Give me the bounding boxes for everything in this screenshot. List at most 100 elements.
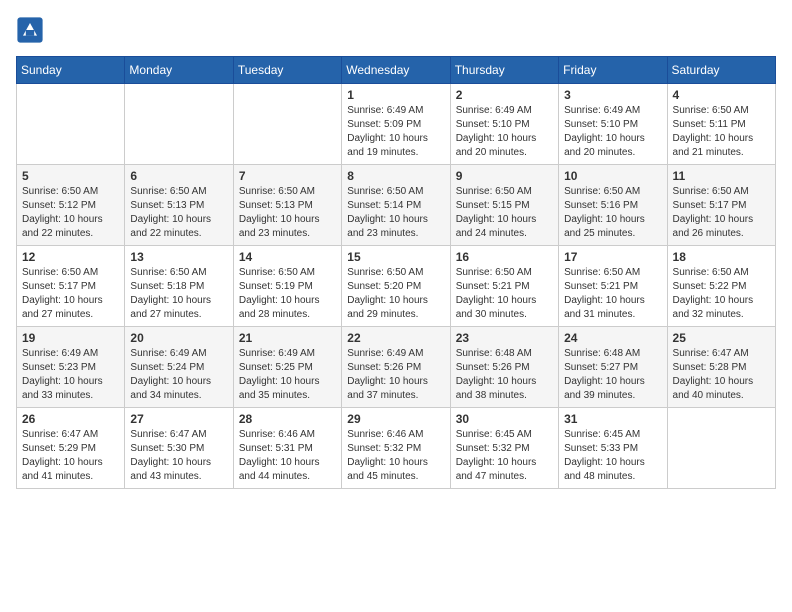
- calendar-cell: 10 Sunrise: 6:50 AM Sunset: 5:16 PM Dayli…: [559, 165, 667, 246]
- day-number: 23: [456, 331, 553, 345]
- day-info: Sunrise: 6:50 AM Sunset: 5:14 PM Dayligh…: [347, 185, 444, 241]
- day-number: 18: [673, 250, 770, 264]
- day-number: 15: [347, 250, 444, 264]
- calendar-week-row: 1 Sunrise: 6:49 AM Sunset: 5:09 PM Daylig…: [17, 84, 776, 165]
- calendar-cell: 26 Sunrise: 6:47 AM Sunset: 5:29 PM Dayli…: [17, 408, 125, 489]
- day-number: 31: [564, 412, 661, 426]
- calendar-cell: 16 Sunrise: 6:50 AM Sunset: 5:21 PM Dayli…: [450, 246, 558, 327]
- day-info: Sunrise: 6:49 AM Sunset: 5:10 PM Dayligh…: [564, 104, 661, 160]
- day-info: Sunrise: 6:49 AM Sunset: 5:24 PM Dayligh…: [130, 347, 227, 403]
- calendar-cell: 23Sunrise: 6:48 AM Sunset: 5:26 PM Dayli…: [450, 327, 558, 408]
- header-day: Wednesday: [342, 57, 450, 84]
- day-info: Sunrise: 6:50 AM Sunset: 5:19 PM Dayligh…: [239, 266, 336, 322]
- calendar-cell: 2 Sunrise: 6:49 AM Sunset: 5:10 PM Daylig…: [450, 84, 558, 165]
- calendar-week-row: 26 Sunrise: 6:47 AM Sunset: 5:29 PM Dayli…: [17, 408, 776, 489]
- calendar-cell: 24 Sunrise: 6:48 AM Sunset: 5:27 PM Dayli…: [559, 327, 667, 408]
- calendar-table: SundayMondayTuesdayWednesdayThursdayFrid…: [16, 56, 776, 489]
- calendar-cell: 19 Sunrise: 6:49 AM Sunset: 5:23 PM Dayli…: [17, 327, 125, 408]
- day-info: Sunrise: 6:47 AM Sunset: 5:29 PM Dayligh…: [22, 428, 119, 484]
- calendar-cell: [125, 84, 233, 165]
- calendar-cell: 11 Sunrise: 6:50 AM Sunset: 5:17 PM Dayli…: [667, 165, 775, 246]
- day-info: Sunrise: 6:50 AM Sunset: 5:11 PM Dayligh…: [673, 104, 770, 160]
- day-number: 26: [22, 412, 119, 426]
- calendar-cell: 13 Sunrise: 6:50 AM Sunset: 5:18 PM Dayli…: [125, 246, 233, 327]
- day-info: Sunrise: 6:48 AM Sunset: 5:27 PM Dayligh…: [564, 347, 661, 403]
- calendar-cell: 27Sunrise: 6:47 AM Sunset: 5:30 PM Dayli…: [125, 408, 233, 489]
- day-info: Sunrise: 6:45 AM Sunset: 5:33 PM Dayligh…: [564, 428, 661, 484]
- day-info: Sunrise: 6:46 AM Sunset: 5:32 PM Dayligh…: [347, 428, 444, 484]
- calendar-cell: 31 Sunrise: 6:45 AM Sunset: 5:33 PM Dayli…: [559, 408, 667, 489]
- calendar-cell: 21 Sunrise: 6:49 AM Sunset: 5:25 PM Dayli…: [233, 327, 341, 408]
- day-number: 10: [564, 169, 661, 183]
- calendar-cell: 8 Sunrise: 6:50 AM Sunset: 5:14 PM Daylig…: [342, 165, 450, 246]
- day-info: Sunrise: 6:46 AM Sunset: 5:31 PM Dayligh…: [239, 428, 336, 484]
- calendar-cell: 6Sunrise: 6:50 AM Sunset: 5:13 PM Daylig…: [125, 165, 233, 246]
- day-number: 5: [22, 169, 119, 183]
- logo: [16, 16, 46, 44]
- page-header: [16, 16, 776, 44]
- day-info: Sunrise: 6:50 AM Sunset: 5:21 PM Dayligh…: [456, 266, 553, 322]
- day-info: Sunrise: 6:49 AM Sunset: 5:25 PM Dayligh…: [239, 347, 336, 403]
- calendar-cell: 3 Sunrise: 6:49 AM Sunset: 5:10 PM Daylig…: [559, 84, 667, 165]
- calendar-cell: 17 Sunrise: 6:50 AM Sunset: 5:21 PM Dayli…: [559, 246, 667, 327]
- day-number: 8: [347, 169, 444, 183]
- day-info: Sunrise: 6:49 AM Sunset: 5:10 PM Dayligh…: [456, 104, 553, 160]
- day-info: Sunrise: 6:50 AM Sunset: 5:22 PM Dayligh…: [673, 266, 770, 322]
- day-number: 28: [239, 412, 336, 426]
- day-number: 25: [673, 331, 770, 345]
- day-number: 4: [673, 88, 770, 102]
- calendar-body: 1 Sunrise: 6:49 AM Sunset: 5:09 PM Daylig…: [17, 84, 776, 489]
- day-info: Sunrise: 6:50 AM Sunset: 5:12 PM Dayligh…: [22, 185, 119, 241]
- day-number: 19: [22, 331, 119, 345]
- day-number: 16: [456, 250, 553, 264]
- day-info: Sunrise: 6:50 AM Sunset: 5:13 PM Dayligh…: [239, 185, 336, 241]
- calendar-cell: [17, 84, 125, 165]
- day-info: Sunrise: 6:49 AM Sunset: 5:26 PM Dayligh…: [347, 347, 444, 403]
- day-number: 1: [347, 88, 444, 102]
- day-info: Sunrise: 6:50 AM Sunset: 5:21 PM Dayligh…: [564, 266, 661, 322]
- header-row: SundayMondayTuesdayWednesdayThursdayFrid…: [17, 57, 776, 84]
- day-number: 2: [456, 88, 553, 102]
- day-info: Sunrise: 6:45 AM Sunset: 5:32 PM Dayligh…: [456, 428, 553, 484]
- calendar-cell: 12 Sunrise: 6:50 AM Sunset: 5:17 PM Dayli…: [17, 246, 125, 327]
- day-number: 17: [564, 250, 661, 264]
- calendar-cell: [667, 408, 775, 489]
- calendar-cell: 15Sunrise: 6:50 AM Sunset: 5:20 PM Dayli…: [342, 246, 450, 327]
- calendar-cell: 29 Sunrise: 6:46 AM Sunset: 5:32 PM Dayli…: [342, 408, 450, 489]
- calendar-cell: 5 Sunrise: 6:50 AM Sunset: 5:12 PM Daylig…: [17, 165, 125, 246]
- calendar-cell: [233, 84, 341, 165]
- day-info: Sunrise: 6:50 AM Sunset: 5:15 PM Dayligh…: [456, 185, 553, 241]
- day-info: Sunrise: 6:50 AM Sunset: 5:17 PM Dayligh…: [673, 185, 770, 241]
- calendar-header: SundayMondayTuesdayWednesdayThursdayFrid…: [17, 57, 776, 84]
- calendar-cell: 18 Sunrise: 6:50 AM Sunset: 5:22 PM Dayli…: [667, 246, 775, 327]
- day-number: 11: [673, 169, 770, 183]
- calendar-cell: 14 Sunrise: 6:50 AM Sunset: 5:19 PM Dayli…: [233, 246, 341, 327]
- header-day: Friday: [559, 57, 667, 84]
- day-number: 24: [564, 331, 661, 345]
- day-number: 12: [22, 250, 119, 264]
- day-info: Sunrise: 6:50 AM Sunset: 5:18 PM Dayligh…: [130, 266, 227, 322]
- header-day: Monday: [125, 57, 233, 84]
- day-info: Sunrise: 6:47 AM Sunset: 5:28 PM Dayligh…: [673, 347, 770, 403]
- calendar-cell: 30Sunrise: 6:45 AM Sunset: 5:32 PM Dayli…: [450, 408, 558, 489]
- header-day: Thursday: [450, 57, 558, 84]
- day-number: 20: [130, 331, 227, 345]
- header-day: Saturday: [667, 57, 775, 84]
- day-number: 13: [130, 250, 227, 264]
- calendar-cell: 1 Sunrise: 6:49 AM Sunset: 5:09 PM Daylig…: [342, 84, 450, 165]
- day-info: Sunrise: 6:49 AM Sunset: 5:09 PM Dayligh…: [347, 104, 444, 160]
- day-number: 14: [239, 250, 336, 264]
- logo-icon: [16, 16, 44, 44]
- calendar-cell: 28 Sunrise: 6:46 AM Sunset: 5:31 PM Dayli…: [233, 408, 341, 489]
- day-number: 3: [564, 88, 661, 102]
- calendar-week-row: 12 Sunrise: 6:50 AM Sunset: 5:17 PM Dayli…: [17, 246, 776, 327]
- day-info: Sunrise: 6:49 AM Sunset: 5:23 PM Dayligh…: [22, 347, 119, 403]
- day-info: Sunrise: 6:50 AM Sunset: 5:17 PM Dayligh…: [22, 266, 119, 322]
- calendar-cell: 4 Sunrise: 6:50 AM Sunset: 5:11 PM Daylig…: [667, 84, 775, 165]
- calendar-cell: 9Sunrise: 6:50 AM Sunset: 5:15 PM Daylig…: [450, 165, 558, 246]
- calendar-cell: 22Sunrise: 6:49 AM Sunset: 5:26 PM Dayli…: [342, 327, 450, 408]
- day-info: Sunrise: 6:50 AM Sunset: 5:16 PM Dayligh…: [564, 185, 661, 241]
- day-number: 6: [130, 169, 227, 183]
- day-number: 29: [347, 412, 444, 426]
- day-number: 21: [239, 331, 336, 345]
